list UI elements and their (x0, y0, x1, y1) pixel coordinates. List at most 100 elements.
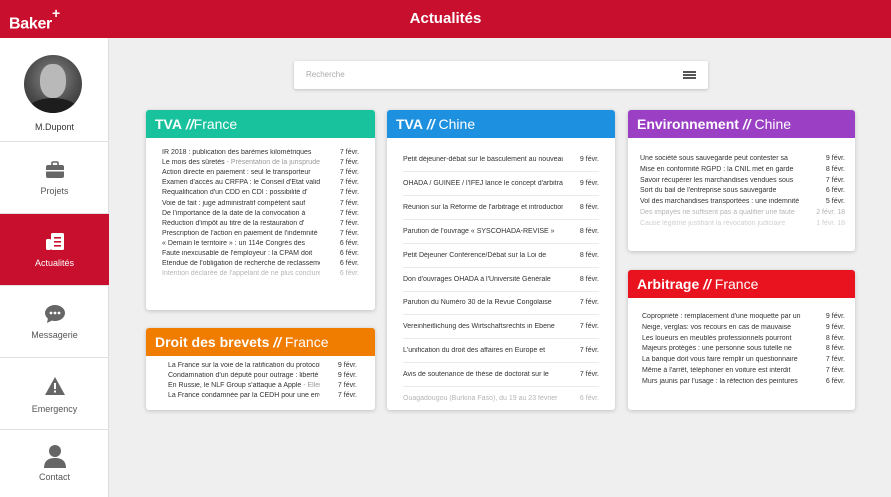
sidebar-item-emergency[interactable]: Emergency (0, 358, 109, 430)
news-item[interactable]: OHADA / GUINEE / l'IFEJ lance le concept… (387, 180, 615, 189)
news-title: La France condamnée par la CEDH pour une… (168, 392, 320, 399)
news-item[interactable]: Petit déjeuner-débat sur le basculement … (387, 156, 615, 165)
news-item[interactable]: Étendue de l'obligation de recherche de … (146, 260, 375, 269)
news-title: Condamnation d'un député pour outrage : … (168, 372, 320, 379)
news-title-text: L'unification du droit des affaires en E… (403, 347, 546, 355)
news-item[interactable]: Voie de fait : juge administratif compét… (146, 200, 375, 209)
news-item[interactable]: « Demain le territoire » : un 114e Congr… (146, 240, 375, 249)
news-date: 6 févr. (825, 377, 845, 385)
news-title: L'unification du droit des affaires en E… (403, 347, 563, 354)
news-title: Petit Déjeuner Conférence/Débat sur la L… (403, 252, 563, 259)
news-title: Requalification d'un CDD en CDI : possib… (162, 189, 320, 196)
warning-icon (0, 376, 109, 401)
news-date: 6 févr. (339, 250, 359, 257)
news-item[interactable]: Les loueurs en meublés professionnels po… (628, 335, 855, 344)
news-item[interactable]: L'unification du droit des affaires en E… (387, 347, 615, 356)
search-bar[interactable]: Recherche (294, 61, 708, 89)
divider (403, 194, 599, 196)
news-item[interactable]: Action directe en paiement : seul le tra… (146, 169, 375, 178)
news-date: 8 févr. (579, 203, 599, 211)
news-date: 7 févr. (339, 169, 359, 177)
search-input[interactable]: Recherche (306, 70, 345, 79)
card-header[interactable]: TVA //France (146, 110, 375, 138)
news-date: 8 févr. (825, 165, 845, 173)
news-title-text: Étendue de l'obligation de recherche de … (162, 260, 320, 268)
news-item[interactable]: Neige, verglas: vos recours en cas de ma… (628, 324, 855, 333)
news-item[interactable]: Réunion sur la Réforme de l'arbitrage et… (387, 204, 615, 213)
news-item[interactable]: Murs jaunis par l'usage : la réfection d… (628, 378, 855, 387)
news-item[interactable]: Copropriété : remplacement d'une moquett… (628, 313, 855, 322)
news-title-text: Intention déclarée de l'appelant de ne p… (162, 270, 320, 278)
news-item[interactable]: Majeurs protégés : une personne sous tut… (628, 345, 855, 354)
card-header[interactable]: Arbitrage // France (628, 270, 855, 298)
news-item[interactable]: La France sur la voie de la ratification… (146, 362, 375, 371)
news-source: - Ellen (303, 382, 320, 390)
news-item[interactable]: Réduction d'impôt au titre de la restaur… (146, 220, 375, 229)
news-item[interactable]: Le mois des sûretés - Présentation de la… (146, 159, 375, 168)
news-item[interactable]: Ouagadougou (Burkina Faso), du 19 au 23 … (387, 395, 615, 404)
news-item[interactable]: Parution de l'ouvrage « SYSCOHADA-REVISE… (387, 228, 615, 237)
news-item[interactable]: Prescription de l'action en paiement de … (146, 230, 375, 239)
sidebar-item-projets[interactable]: Projets (0, 142, 109, 214)
card-region: France (710, 276, 759, 292)
avatar (24, 55, 82, 113)
news-title-text: Condamnation d'un député pour outrage : … (168, 372, 319, 380)
news-item[interactable]: Condamnation d'un député pour outrage : … (146, 372, 375, 381)
briefcase-icon (0, 161, 109, 184)
news-date: 8 févr. (825, 334, 845, 342)
news-title: Majeurs protégés : une personne sous tut… (642, 345, 807, 352)
card-separator: // (269, 334, 282, 350)
news-item[interactable]: Avis de soutenance de thèse de doctorat … (387, 371, 615, 380)
news-item[interactable]: Même à l'arrêt, téléphoner en voiture es… (628, 367, 855, 376)
news-item[interactable]: IR 2018 : publication des barèmes kilomé… (146, 149, 375, 158)
news-item[interactable]: Petit Déjeuner Conférence/Débat sur la L… (387, 252, 615, 261)
news-date: 7 févr. (337, 392, 357, 400)
news-title: Cause légitime justifiant la révocation … (640, 220, 805, 227)
news-item[interactable]: Faute inexcusable de l'employeur : la CP… (146, 250, 375, 259)
news-date: 6 févr. (825, 187, 845, 195)
news-item[interactable]: Cause légitime justifiant la révocation … (628, 220, 855, 229)
card-separator: // (738, 116, 751, 132)
news-title-text: Petit Déjeuner Conférence/Débat sur la L… (403, 251, 547, 259)
news-date: 8 févr. (579, 251, 599, 259)
news-title: Étendue de l'obligation de recherche de … (162, 260, 320, 267)
news-item[interactable]: Vol des marchandises transportées : une … (628, 198, 855, 207)
news-title-text: Une société sous sauvegarde peut contest… (640, 155, 788, 162)
news-item[interactable]: Des impayés ne suffisent pas à qualifier… (628, 209, 855, 218)
news-item[interactable]: Requalification d'un CDD en CDI : possib… (146, 189, 375, 198)
news-item[interactable]: Savoir récupérer les marchandises vendue… (628, 177, 855, 186)
user-profile[interactable]: M.Dupont (0, 38, 109, 142)
news-title: Intention déclarée de l'appelant de ne p… (162, 270, 320, 277)
card-header[interactable]: Environnement // Chine (628, 110, 855, 138)
sidebar-item-actualites[interactable]: Actualités (0, 214, 109, 286)
news-title-text: Petit déjeuner-débat sur le basculement … (403, 156, 563, 163)
news-item[interactable]: Examen d'accès au CRFPA : le Conseil d'E… (146, 179, 375, 188)
news-date: 9 févr. (825, 323, 845, 331)
news-item[interactable]: Don d'ouvrages OHADA à l'Université Géné… (387, 276, 615, 285)
news-item[interactable]: Mise en conformité RGPD : la CNIL met en… (628, 166, 855, 175)
news-date: 7 févr. (339, 209, 359, 217)
news-date: 7 févr. (825, 176, 845, 184)
news-item[interactable]: Vereinheitlichung des Wirtschaftsrechts … (387, 323, 615, 332)
news-item[interactable]: Intention déclarée de l'appelant de ne p… (146, 270, 375, 279)
news-title: Faute inexcusable de l'employeur : la CP… (162, 250, 320, 257)
news-date: 7 févr. (825, 367, 845, 374)
sidebar-item-messagerie[interactable]: Messagerie (0, 286, 109, 358)
card-header[interactable]: TVA // Chine (387, 110, 615, 138)
news-date: 7 févr. (339, 189, 359, 197)
card-header[interactable]: Droit des brevets // France (146, 328, 375, 356)
news-item[interactable]: La banque doit vous faire remplir un que… (628, 356, 855, 365)
menu-icon[interactable] (683, 71, 696, 79)
news-item[interactable]: Parution du Numéro 30 de la Revue Congol… (387, 299, 615, 308)
news-date: 7 févr. (339, 179, 359, 187)
news-date: 6 févr. (339, 260, 359, 268)
news-title-text: Examen d'accès au CRFPA : le Conseil d'E… (162, 179, 320, 187)
sidebar-item-label: Contact (38, 472, 71, 482)
news-item[interactable]: Sort du bail de l'entreprise sous sauveg… (628, 187, 855, 196)
news-item[interactable]: Une société sous sauvegarde peut contest… (628, 155, 855, 164)
sidebar-item-contact[interactable]: Contact (0, 430, 109, 497)
news-item[interactable]: De l'importance de la date de la convoca… (146, 210, 375, 219)
news-item[interactable]: La France condamnée par la CEDH pour une… (146, 392, 375, 401)
news-title-text: Avis de soutenance de thèse de doctorat … (403, 371, 549, 379)
news-item[interactable]: En Russie, le NLF Group s'attaque à Appl… (146, 382, 375, 391)
